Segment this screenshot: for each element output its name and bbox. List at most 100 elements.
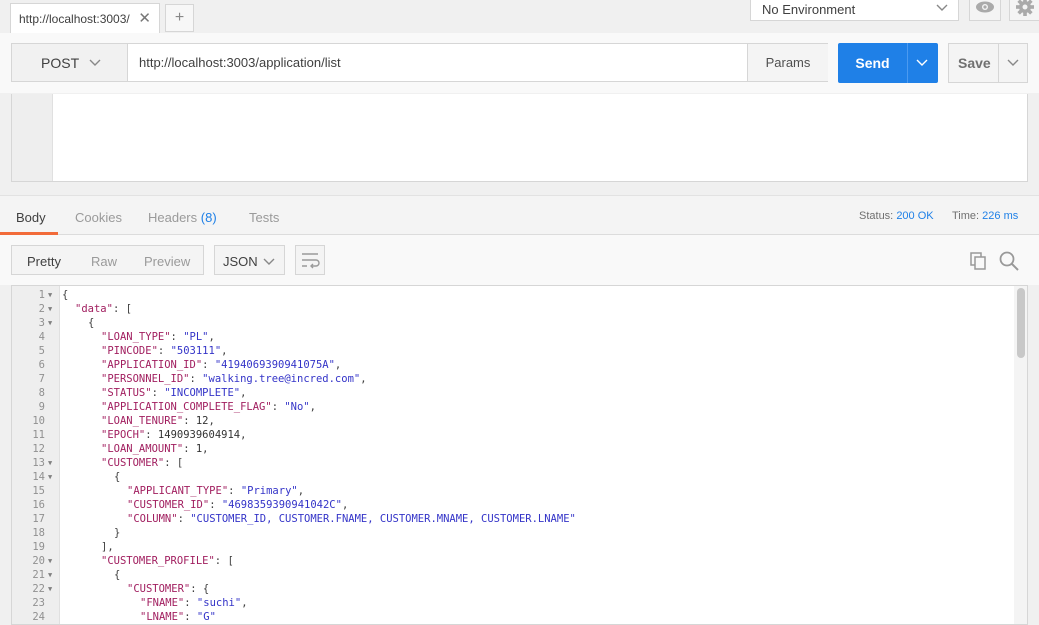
request-tab[interactable]: http://localhost:3003/ ✕ <box>10 3 160 33</box>
json-key: "LNAME" <box>140 611 185 623</box>
code-line: 1 ▼ { <box>12 288 1012 302</box>
json-key: "PINCODE" <box>101 345 158 357</box>
line-number: 12 <box>32 443 45 455</box>
code-line: 9 "APPLICATION_COMPLETE_FLAG": "No", <box>12 400 1012 414</box>
save-options-chevron-icon[interactable] <box>1006 56 1020 70</box>
fold-toggle-icon[interactable]: ▼ <box>48 456 52 470</box>
send-button[interactable]: Send <box>838 43 938 83</box>
response-body-viewer[interactable]: 1 ▼{2 ▼ "data": [3 ▼{4 "LOAN_TYPE": "PL", 5 "PI… <box>11 285 1028 625</box>
line-number: 19 <box>32 541 45 553</box>
fold-toggle-icon[interactable]: ▼ <box>48 470 52 484</box>
environment-select[interactable]: No Environment <box>750 0 959 21</box>
code-text: "COLUMN": "CUSTOMER_ID, CUSTOMER.FNAME, … <box>127 512 576 526</box>
tab-headers[interactable]: Headers (8) <box>148 210 217 225</box>
json-punctuation: , <box>208 331 215 343</box>
fold-toggle-icon[interactable]: ▼ <box>48 582 52 596</box>
json-punctuation: , <box>221 345 228 357</box>
code-line: 12 "LOAN_AMOUNT": 1, <box>12 442 1012 456</box>
json-key: "data" <box>75 303 113 315</box>
params-button[interactable]: Params <box>747 44 828 81</box>
code-line: 6 "APPLICATION_ID": "4194069390941075A", <box>12 358 1012 372</box>
json-punctuation: : <box>184 611 197 623</box>
manage-environments-button[interactable] <box>1009 0 1039 21</box>
json-punctuation: { <box>114 471 121 483</box>
json-key: "LOAN_AMOUNT" <box>101 443 184 455</box>
json-string: "CUSTOMER_ID, CUSTOMER.FNAME, CUSTOMER.M… <box>190 513 576 525</box>
close-tab-icon[interactable]: ✕ <box>138 9 151 27</box>
copy-icon[interactable] <box>969 251 989 271</box>
line-number: 16 <box>32 499 45 511</box>
line-number: 18 <box>32 527 45 539</box>
tab-tests[interactable]: Tests <box>249 210 279 225</box>
json-punctuation: { <box>62 289 69 301</box>
json-punctuation: , <box>202 443 209 455</box>
fold-toggle-icon[interactable]: ▼ <box>48 302 52 316</box>
fold-toggle-icon[interactable]: ▼ <box>48 316 52 330</box>
line-number: 14 <box>32 471 45 483</box>
json-string: "suchi" <box>196 597 242 609</box>
code-line: 13 ▼ "CUSTOMER": [ <box>12 456 1012 470</box>
json-key: "LOAN_TENURE" <box>101 415 184 427</box>
json-key: "LOAN_TYPE" <box>101 331 171 343</box>
code-text: "CUSTOMER": { <box>127 582 209 596</box>
json-key: "CUSTOMER_PROFILE" <box>101 555 215 567</box>
line-number: 4 <box>38 331 45 343</box>
scrollbar-thumb[interactable] <box>1017 288 1025 358</box>
code-text: "APPLICANT_TYPE": "Primary", <box>127 484 304 498</box>
json-string: "503111" <box>170 345 222 357</box>
code-text: "CUSTOMER_PROFILE": [ <box>101 554 234 568</box>
new-tab-button[interactable]: + <box>165 4 194 32</box>
json-punctuation: { <box>114 569 121 581</box>
code-text: } <box>114 526 120 540</box>
environment-quick-look-button[interactable] <box>969 0 1001 21</box>
method-label: POST <box>41 55 80 71</box>
code-text: { <box>88 316 94 330</box>
time-label: Time: <box>952 210 980 222</box>
json-punctuation: : [ <box>164 457 184 469</box>
json-key: "CUSTOMER_ID" <box>127 499 210 511</box>
json-string: "No" <box>284 401 310 413</box>
json-punctuation: } <box>114 527 121 539</box>
json-string: "4194069390941075A" <box>214 359 335 371</box>
method-select[interactable]: POST <box>12 44 128 81</box>
code-text: "LOAN_TENURE": 12, <box>101 414 215 428</box>
view-mode-group: Pretty Raw Preview <box>11 245 204 275</box>
status-value: 200 OK <box>896 210 934 222</box>
chevron-down-icon <box>936 4 948 11</box>
json-number: 1490939604914 <box>157 429 241 441</box>
json-key: "APPLICANT_TYPE" <box>127 485 229 497</box>
json-key: "EPOCH" <box>101 429 146 441</box>
view-pretty[interactable]: Pretty <box>27 254 61 269</box>
save-button[interactable]: Save <box>948 43 1028 83</box>
url-input[interactable]: http://localhost:3003/application/list <box>139 55 341 70</box>
fold-toggle-icon[interactable]: ▼ <box>48 554 52 568</box>
json-punctuation: , <box>309 401 316 413</box>
line-number: 9 <box>38 401 45 413</box>
view-raw[interactable]: Raw <box>91 254 117 269</box>
line-number: 8 <box>38 387 45 399</box>
code-line: 5 "PINCODE": "503111", <box>12 344 1012 358</box>
request-body-editor[interactable] <box>11 94 1028 182</box>
fold-toggle-icon[interactable]: ▼ <box>48 288 52 302</box>
wrap-lines-button[interactable] <box>295 245 325 275</box>
request-editor-gutter <box>12 94 53 181</box>
line-number: 17 <box>32 513 45 525</box>
eye-icon <box>976 1 994 13</box>
search-icon[interactable] <box>998 250 1020 272</box>
tab-body[interactable]: Body <box>16 210 46 225</box>
code-line: 16 "CUSTOMER_ID": "4698359390941042C", <box>12 498 1012 512</box>
code-text: "STATUS": "INCOMPLETE", <box>101 386 246 400</box>
send-separator <box>907 43 908 83</box>
json-punctuation: ], <box>101 541 114 553</box>
json-punctuation: , <box>341 499 349 511</box>
json-punctuation: : <box>189 373 203 385</box>
fold-toggle-icon[interactable]: ▼ <box>48 568 52 582</box>
send-options-chevron-icon[interactable] <box>915 56 929 70</box>
chevron-down-icon <box>89 59 101 66</box>
json-punctuation: { <box>88 317 95 329</box>
tab-cookies[interactable]: Cookies <box>75 210 122 225</box>
view-preview[interactable]: Preview <box>144 254 190 269</box>
line-number: 13 <box>32 457 45 469</box>
format-select[interactable]: JSON <box>214 245 285 275</box>
json-punctuation: : [ <box>112 303 132 315</box>
